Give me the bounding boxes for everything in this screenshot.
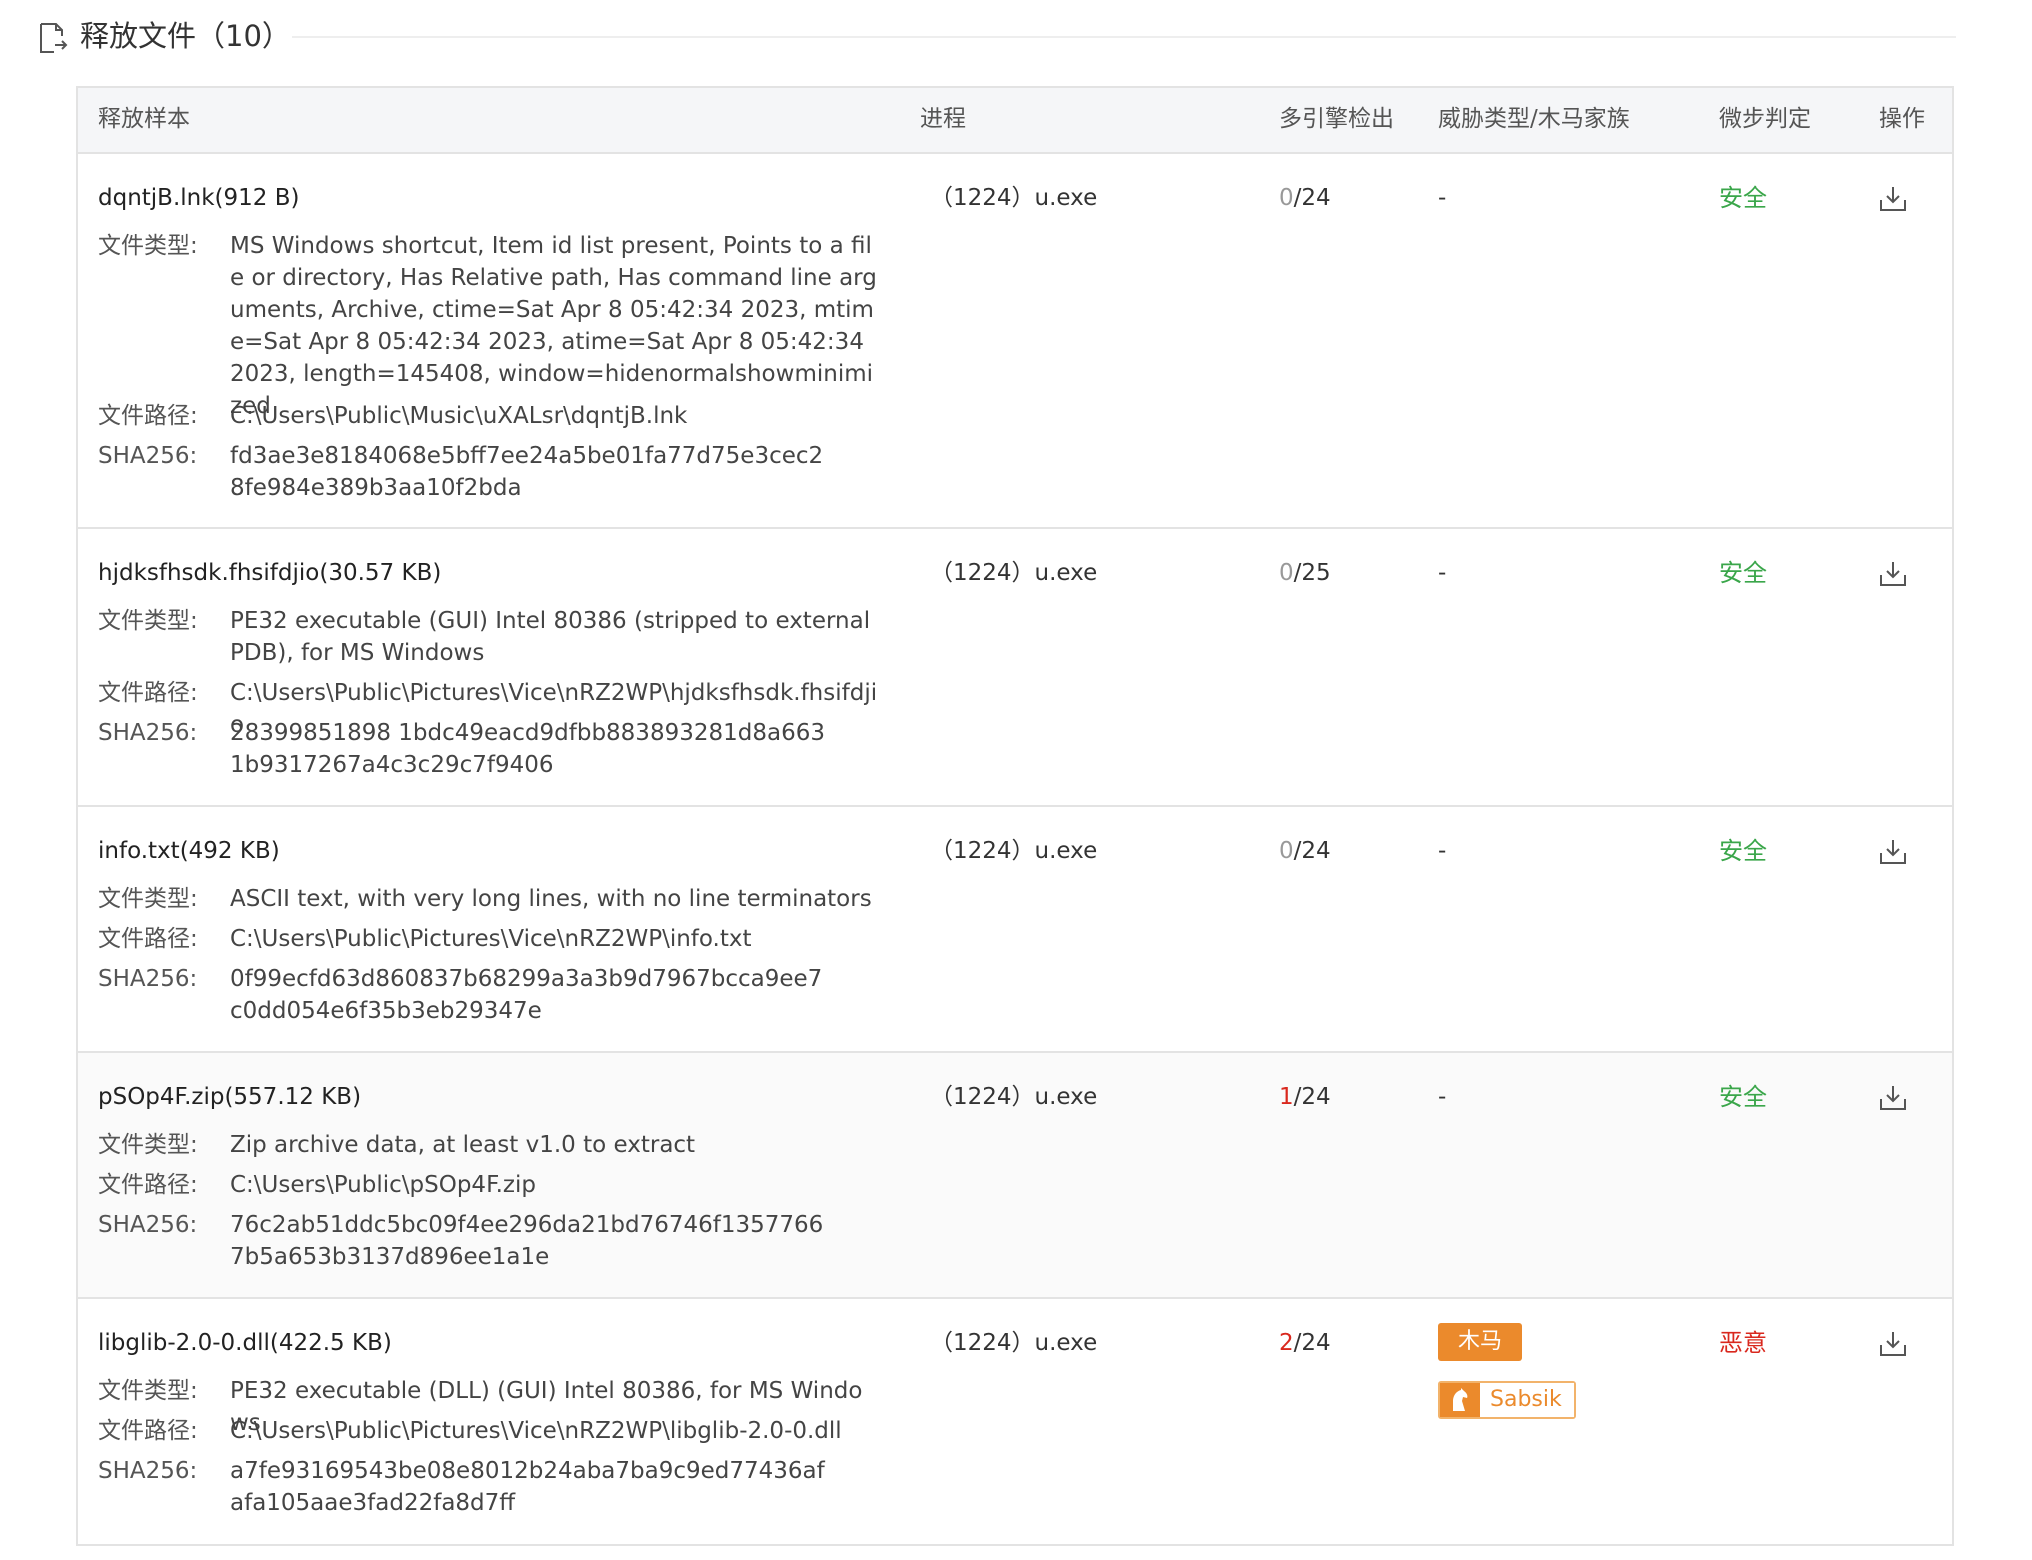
process-link[interactable]: （1224）u.exe bbox=[930, 557, 1097, 589]
file-path-value: C:\Users\Public\Pictures\Vice\nRZ2WP\inf… bbox=[230, 926, 752, 952]
detection-total: /25 bbox=[1293, 560, 1331, 586]
sample-name: dqntjB.lnk(912 B) bbox=[98, 185, 300, 211]
verdict-badge: 安全 bbox=[1719, 559, 1767, 587]
detection-ratio: 1/24 bbox=[1279, 1081, 1331, 1113]
header-verdict: 微步判定 bbox=[1719, 106, 1811, 132]
file-type-value: MS Windows shortcut, Item id list presen… bbox=[230, 233, 877, 419]
table-row: dqntjB.lnk(912 B) 文件类型: MS Windows short… bbox=[78, 154, 1952, 529]
download-icon[interactable] bbox=[1878, 1083, 1908, 1113]
section-divider bbox=[292, 36, 1956, 38]
download-icon[interactable] bbox=[1878, 559, 1908, 589]
detection-total: /24 bbox=[1293, 838, 1331, 864]
file-type-value: ASCII text, with very long lines, with n… bbox=[230, 886, 872, 912]
detection-total: /24 bbox=[1293, 1084, 1331, 1110]
detection-ratio: 0/24 bbox=[1279, 835, 1331, 867]
section-title: 释放文件（10） bbox=[80, 19, 291, 53]
download-icon[interactable] bbox=[1878, 1329, 1908, 1359]
file-path-label: 文件路径: bbox=[98, 1172, 198, 1198]
section-header: 释放文件（10） bbox=[36, 14, 1956, 58]
file-type-label: 文件类型: bbox=[98, 886, 198, 912]
header-process: 进程 bbox=[920, 106, 966, 132]
file-path-label: 文件路径: bbox=[98, 1418, 198, 1444]
sha256-label: SHA256: bbox=[98, 443, 198, 469]
detection-hits: 0 bbox=[1279, 185, 1294, 211]
file-type-value: Zip archive data, at least v1.0 to extra… bbox=[230, 1132, 696, 1158]
sample-name: hjdksfhsdk.fhsifdjio(30.57 KB) bbox=[98, 560, 442, 586]
file-path-label: 文件路径: bbox=[98, 926, 198, 952]
sample-name: libglib-2.0-0.dll(422.5 KB) bbox=[98, 1330, 392, 1356]
file-path-value: C:\Users\Public\Pictures\Vice\nRZ2WP\lib… bbox=[230, 1418, 842, 1444]
header-detection: 多引擎检出 bbox=[1279, 106, 1394, 132]
download-icon[interactable] bbox=[1878, 837, 1908, 867]
family-name: Sabsik bbox=[1480, 1383, 1574, 1417]
table-row: libglib-2.0-0.dll(422.5 KB) 文件类型: PE32 e… bbox=[78, 1299, 1952, 1546]
detection-hits: 0 bbox=[1279, 560, 1294, 586]
detection-hits: 2 bbox=[1279, 1330, 1294, 1356]
family-tag[interactable]: Sabsik bbox=[1438, 1381, 1576, 1419]
process-link[interactable]: （1224）u.exe bbox=[930, 1327, 1097, 1359]
sha256-value: fd3ae3e8184068e5bff7ee24a5be01fa77d75e3c… bbox=[230, 443, 824, 501]
sha256-value: 28399851898 1bdc49eacd9dfbb883893281d8a6… bbox=[230, 720, 825, 778]
table-row: pSOp4F.zip(557.12 KB) 文件类型: Zip archive … bbox=[78, 1053, 1952, 1299]
header-threat: 威胁类型/木马家族 bbox=[1438, 106, 1630, 132]
sha256-value: 0f99ecfd63d860837b68299a3a3b9d7967bcca9e… bbox=[230, 966, 823, 1024]
file-type-label: 文件类型: bbox=[98, 608, 198, 634]
detection-ratio: 0/25 bbox=[1279, 557, 1331, 589]
process-link[interactable]: （1224）u.exe bbox=[930, 182, 1097, 214]
detection-ratio: 2/24 bbox=[1279, 1327, 1331, 1359]
file-path-value: C:\Users\Public\Music\uXALsr\dqntjB.lnk bbox=[230, 403, 688, 429]
file-export-icon bbox=[40, 23, 68, 53]
detection-hits: 1 bbox=[1279, 1084, 1294, 1110]
detection-ratio: 0/24 bbox=[1279, 182, 1331, 214]
verdict-badge: 恶意 bbox=[1719, 1329, 1767, 1357]
table-row: info.txt(492 KB) 文件类型: ASCII text, with … bbox=[78, 807, 1952, 1053]
threat-type: - bbox=[1438, 185, 1447, 211]
sha256-label: SHA256: bbox=[98, 720, 198, 746]
file-type-label: 文件类型: bbox=[98, 1378, 198, 1404]
threat-type: - bbox=[1438, 1084, 1447, 1110]
process-link[interactable]: （1224）u.exe bbox=[930, 1081, 1097, 1113]
threat-type: - bbox=[1438, 560, 1447, 586]
detection-hits: 0 bbox=[1279, 838, 1294, 864]
verdict-badge: 安全 bbox=[1719, 184, 1767, 212]
detection-total: /24 bbox=[1293, 185, 1331, 211]
header-sample: 释放样本 bbox=[98, 106, 190, 132]
process-link[interactable]: （1224）u.exe bbox=[930, 835, 1097, 867]
sha256-label: SHA256: bbox=[98, 1212, 198, 1238]
verdict-badge: 安全 bbox=[1719, 1083, 1767, 1111]
verdict-badge: 安全 bbox=[1719, 837, 1767, 865]
sha256-value: 76c2ab51ddc5bc09f4ee296da21bd76746f13577… bbox=[230, 1212, 824, 1270]
download-icon[interactable] bbox=[1878, 184, 1908, 214]
sha256-label: SHA256: bbox=[98, 1458, 198, 1484]
sha256-label: SHA256: bbox=[98, 966, 198, 992]
sha256-value: a7fe93169543be08e8012b24aba7ba9c9ed77436… bbox=[230, 1458, 825, 1516]
file-path-label: 文件路径: bbox=[98, 680, 198, 706]
file-path-label: 文件路径: bbox=[98, 403, 198, 429]
trojan-horse-icon bbox=[1440, 1383, 1480, 1417]
file-type-label: 文件类型: bbox=[98, 1132, 198, 1158]
threat-cell: 木马 Sabsik bbox=[1438, 1323, 1638, 1423]
threat-type-badge: 木马 bbox=[1438, 1323, 1523, 1361]
file-path-value: C:\Users\Public\pSOp4F.zip bbox=[230, 1172, 536, 1198]
table-row: hjdksfhsdk.fhsifdjio(30.57 KB) 文件类型: PE3… bbox=[78, 529, 1952, 807]
file-type-value: PE32 executable (GUI) Intel 80386 (strip… bbox=[230, 608, 871, 666]
detection-total: /24 bbox=[1293, 1330, 1331, 1356]
file-type-label: 文件类型: bbox=[98, 233, 198, 259]
table-header: 释放样本 进程 多引擎检出 威胁类型/木马家族 微步判定 操作 bbox=[78, 88, 1952, 154]
threat-type: - bbox=[1438, 838, 1447, 864]
sample-name: info.txt(492 KB) bbox=[98, 838, 280, 864]
sample-name: pSOp4F.zip(557.12 KB) bbox=[98, 1084, 362, 1110]
header-action: 操作 bbox=[1879, 106, 1925, 132]
released-files-table: 释放样本 进程 多引擎检出 威胁类型/木马家族 微步判定 操作 dqntjB.l… bbox=[76, 86, 1954, 1546]
